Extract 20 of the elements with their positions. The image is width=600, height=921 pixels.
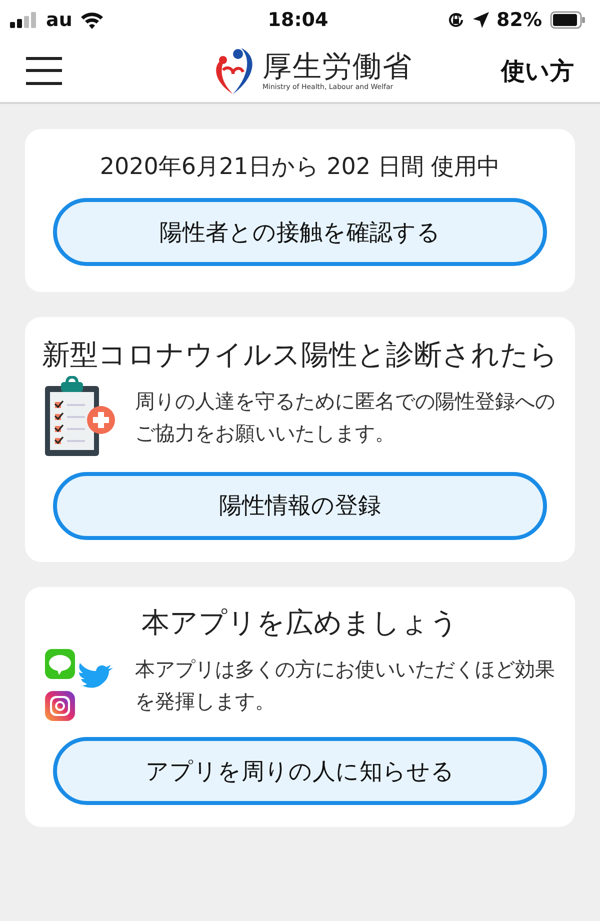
share-app-button[interactable]: アプリを周りの人に知らせる	[53, 737, 547, 806]
menu-icon[interactable]	[26, 56, 62, 86]
card-title: 本アプリを広めましょう	[140, 604, 460, 641]
card-title: 新型コロナウイルス陽性と診断されたら	[41, 337, 559, 373]
card-description: 周りの人達を守るために匿名での陽性登録へのご協力をお願いいたします。	[135, 388, 556, 447]
carrier-text: au	[46, 9, 72, 31]
signal-icon	[10, 12, 38, 28]
usage-text: 2020年6月21日から 202 日間 使用中	[100, 153, 500, 182]
battery-icon	[550, 11, 586, 29]
check-contact-button[interactable]: 陽性者との接触を確認する	[53, 198, 547, 266]
time-text: 18:04	[268, 9, 328, 31]
logo-title: 厚生労働省	[262, 51, 412, 83]
wifi-icon	[80, 11, 104, 29]
help-link[interactable]: 使い方	[501, 55, 574, 87]
card-description: 本アプリは多くの方にお使いいただくほど効果を発揮します。	[135, 656, 556, 716]
location-arrow-icon	[472, 12, 489, 28]
rotation-lock-icon	[446, 11, 465, 29]
register-positive-button[interactable]: 陽性情報の登録	[53, 472, 547, 540]
battery-percent: 82%	[496, 9, 542, 31]
clipboard-icon	[43, 376, 117, 458]
